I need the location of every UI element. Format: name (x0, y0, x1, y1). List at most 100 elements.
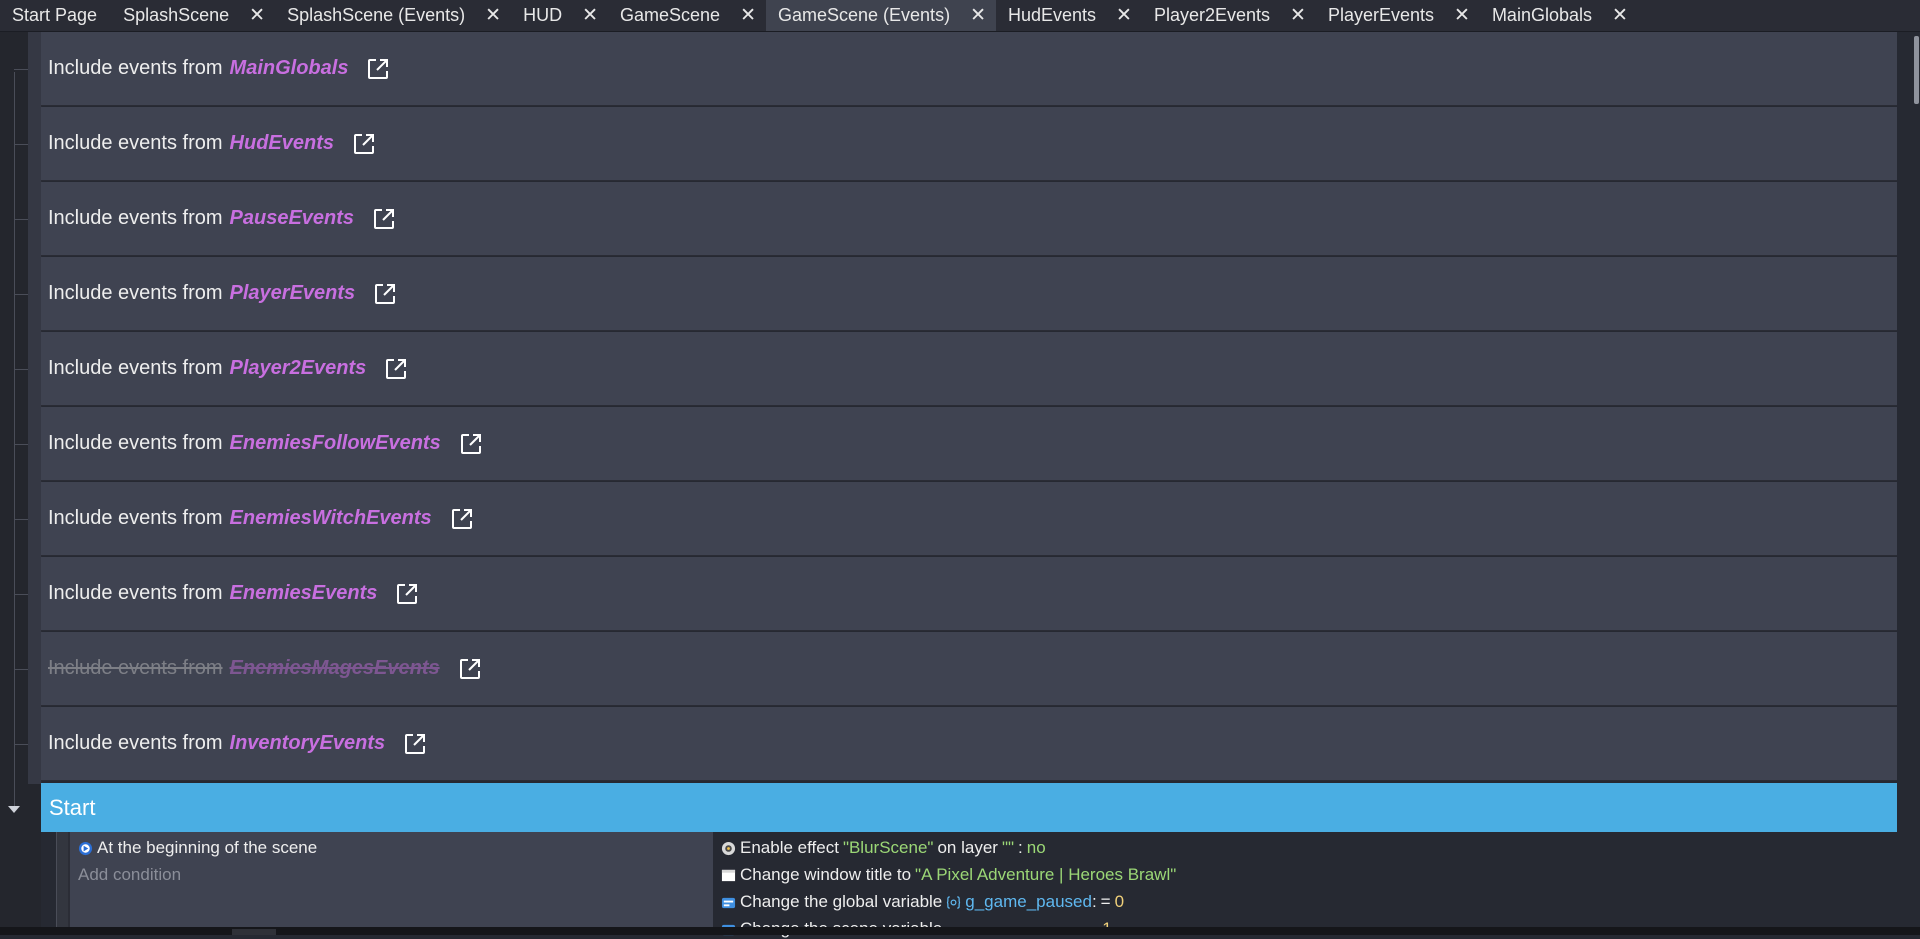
include-label: Include events from (48, 132, 223, 154)
close-icon[interactable]: ✕ (1290, 6, 1306, 25)
include-event-row[interactable]: Include events from PlayerEvents (41, 257, 1897, 331)
tab-player2events[interactable]: Player2Events ✕ (1142, 0, 1316, 31)
external-events-name[interactable]: EnemiesFollowEvents (230, 432, 441, 455)
tree-line (14, 72, 15, 812)
tab-label: SplashScene (Events) (287, 5, 466, 25)
tree-branch (14, 144, 28, 145)
include-event-row[interactable]: Include events from HudEvents (41, 107, 1897, 181)
external-link-icon[interactable] (450, 507, 474, 531)
action-text: on layer (937, 838, 998, 857)
group-start[interactable]: Start (41, 783, 1897, 832)
conditions-panel[interactable]: At the beginning of the scene Add condit… (68, 832, 713, 927)
include-event-row[interactable]: Include events from Player2Events (41, 332, 1897, 406)
close-icon[interactable]: ✕ (740, 6, 756, 25)
external-link-icon[interactable] (459, 432, 483, 456)
tab-bar: Start Page SplashScene ✕ SplashScene (Event… (0, 0, 1920, 32)
include-label: Include events from (48, 282, 223, 304)
tab-label: GameScene (Events) (777, 5, 951, 25)
variable-name: g_game_paused (965, 892, 1092, 911)
include-event-row[interactable]: Include events from EnemiesFollowEvents (41, 407, 1897, 481)
chevron-down-icon[interactable] (8, 806, 20, 813)
action-global-variable[interactable]: Change the global variable g_game_paused… (721, 892, 1124, 912)
actions-panel[interactable]: Enable effect "BlurScene" on layer "" : … (713, 832, 1897, 938)
tree-branch (14, 594, 28, 595)
action-window-title[interactable]: Change window title to "A Pixel Adventur… (721, 865, 1180, 885)
event-drag-strip[interactable] (28, 32, 42, 784)
include-event-row[interactable]: Include events from EnemiesMagesEvents (41, 632, 1897, 706)
external-events-name[interactable]: InventoryEvents (230, 732, 386, 755)
tab-playerevents[interactable]: PlayerEvents ✕ (1316, 0, 1480, 31)
effect-value: no (1026, 838, 1046, 857)
tree-branch (14, 369, 28, 370)
tab-label: MainGlobals (1491, 5, 1592, 25)
include-label: Include events from (48, 357, 223, 379)
tab-start-page[interactable]: Start Page (0, 0, 111, 31)
close-icon[interactable]: ✕ (582, 6, 598, 25)
layer-name: "" (1001, 838, 1015, 857)
external-link-icon[interactable] (403, 732, 427, 756)
external-events-name[interactable]: EnemiesWitchEvents (230, 507, 432, 530)
close-icon[interactable]: ✕ (249, 6, 265, 25)
external-link-icon[interactable] (384, 357, 408, 381)
condition-row[interactable]: At the beginning of the scene (78, 838, 317, 858)
scrollbar-thumb[interactable] (232, 929, 276, 935)
external-link-icon[interactable] (352, 132, 376, 156)
action-text: Change window title to (740, 865, 912, 884)
effect-icon (721, 841, 736, 855)
tab-splashscene-events[interactable]: SplashScene (Events) ✕ (275, 0, 511, 31)
group-title: Start (49, 794, 96, 820)
tab-gamescene-events[interactable]: GameScene (Events) ✕ (765, 0, 996, 31)
external-events-name[interactable]: EnemiesMagesEvents (230, 657, 440, 680)
external-events-name[interactable]: PlayerEvents (230, 282, 356, 305)
include-event-row[interactable]: Include events from InventoryEvents (41, 707, 1897, 781)
include-event-row[interactable]: Include events from EnemiesWitchEvents (41, 482, 1897, 556)
condition-label: At the beginning of the scene (97, 838, 318, 857)
vertical-scrollbar[interactable] (1897, 32, 1920, 927)
tab-gamescene[interactable]: GameScene ✕ (608, 0, 766, 31)
tab-label: HUD (523, 5, 563, 25)
tree-branch (14, 219, 28, 220)
external-events-name[interactable]: Player2Events (230, 357, 367, 380)
close-icon[interactable]: ✕ (485, 6, 501, 25)
tree-branch (14, 669, 28, 670)
close-icon[interactable]: ✕ (1116, 6, 1132, 25)
external-link-icon[interactable] (458, 657, 482, 681)
operator: = (1100, 892, 1111, 911)
horizontal-scrollbar[interactable] (0, 927, 1920, 935)
include-event-row[interactable]: Include events from EnemiesEvents (41, 557, 1897, 631)
external-link-icon[interactable] (372, 207, 396, 231)
tab-hud[interactable]: HUD ✕ (511, 0, 608, 31)
include-event-row[interactable]: Include events from PauseEvents (41, 182, 1897, 256)
effect-name: "BlurScene" (842, 838, 934, 857)
tab-hudevents[interactable]: HudEvents ✕ (996, 0, 1142, 31)
tree-branch (14, 69, 28, 70)
event-list: Include events from MainGlobals Include ev… (41, 32, 1897, 782)
external-link-icon[interactable] (395, 582, 419, 606)
include-label: Include events from (48, 432, 223, 454)
external-link-icon[interactable] (373, 282, 397, 306)
include-label: Include events from (48, 732, 223, 754)
external-events-name[interactable]: PauseEvents (230, 207, 355, 230)
separator: : (1091, 892, 1097, 911)
variable-icon (721, 897, 736, 908)
tab-mainglobals[interactable]: MainGlobals ✕ (1480, 0, 1638, 31)
scrollbar-thumb[interactable] (1914, 36, 1919, 104)
external-events-name[interactable]: EnemiesEvents (230, 582, 378, 605)
external-link-icon[interactable] (366, 57, 390, 81)
close-icon[interactable]: ✕ (1612, 6, 1628, 25)
separator: : (1018, 838, 1023, 857)
variable-value: 0 (1114, 892, 1125, 911)
external-events-name[interactable]: MainGlobals (230, 57, 349, 80)
close-icon[interactable]: ✕ (1454, 6, 1470, 25)
add-condition-button[interactable]: Add condition (78, 865, 181, 885)
global-variable-icon (947, 895, 961, 909)
tab-splashscene[interactable]: SplashScene ✕ (111, 0, 275, 31)
action-text: Change the global variable (740, 892, 943, 911)
action-enable-effect[interactable]: Enable effect "BlurScene" on layer "" : … (721, 838, 1046, 858)
external-events-name[interactable]: HudEvents (230, 132, 334, 155)
include-event-row[interactable]: Include events from MainGlobals (41, 32, 1897, 106)
include-label: Include events from (48, 57, 223, 79)
tree-branch (14, 444, 28, 445)
close-icon[interactable]: ✕ (970, 6, 986, 25)
tab-label: GameScene (620, 5, 721, 25)
